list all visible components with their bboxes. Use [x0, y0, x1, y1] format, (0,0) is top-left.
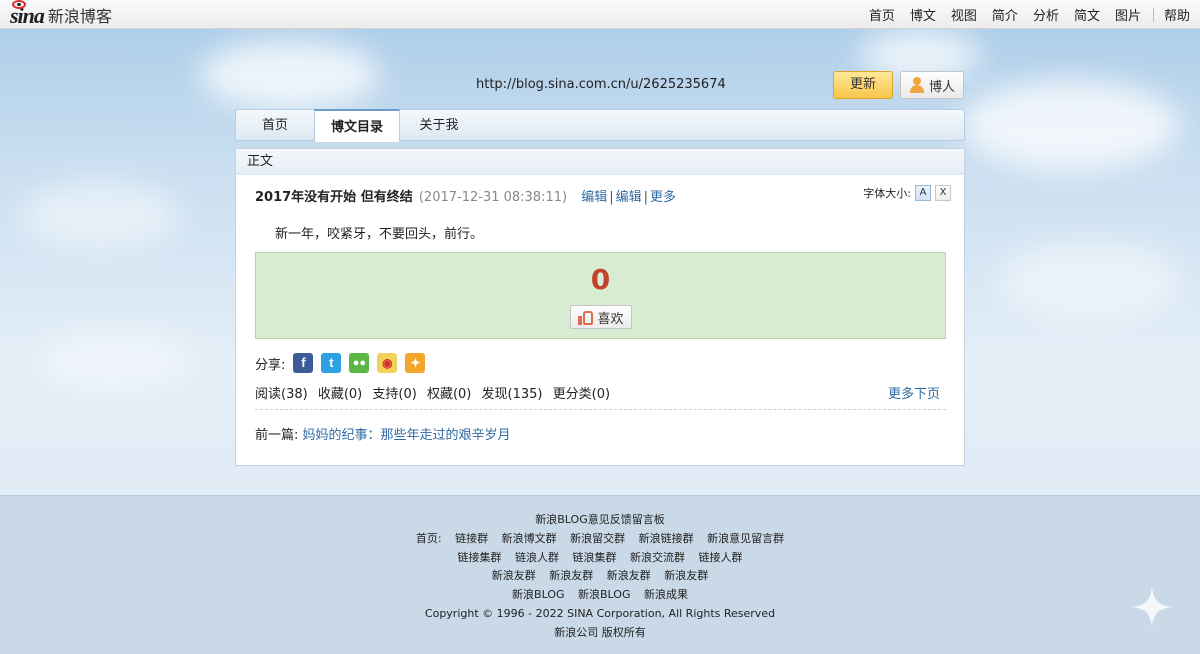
background-cloud — [40, 330, 190, 390]
post-timestamp: (2017-12-31 08:38:11) — [418, 190, 568, 205]
top-bar: sina 新浪博客 首页 博文 视图 简介 分析 简文 图片 帮助 — [0, 0, 1200, 29]
footer-link[interactable]: 链接集群 — [458, 551, 502, 564]
topnav-home[interactable]: 首页 — [869, 5, 895, 24]
footer-link[interactable]: 新浪友群 — [607, 569, 651, 582]
twitter-icon[interactable]: t — [321, 353, 342, 373]
wechat-icon[interactable]: ●● — [349, 353, 370, 373]
footer-link[interactable]: 新浪BLOG — [512, 588, 564, 601]
topnav-analysis[interactable]: 分析 — [1033, 5, 1059, 24]
copyright-text: Copyright © 1996 - 2022 SINA Corporation… — [424, 606, 776, 620]
font-size-control: 字体大小: A X — [863, 185, 951, 201]
blog-tabs: 首页 博文目录 关于我 — [235, 109, 965, 142]
tab-home[interactable]: 首页 — [236, 110, 314, 141]
footer-link[interactable]: 新浪博文群 — [502, 532, 557, 545]
post-title-row: 2017年没有开始 但有终结 (2017-12-31 08:38:11) 编辑 |… — [255, 185, 951, 205]
qzone-icon[interactable]: ✦ — [405, 353, 426, 373]
sparkle-icon — [1132, 587, 1172, 627]
blog-url[interactable]: http://blog.sina.com.cn/u/2625235674 — [476, 77, 726, 92]
top-nav: 首页 博文 视图 简介 分析 简文 图片 帮助 — [854, 0, 1190, 29]
weibo-icon[interactable]: ◉ — [377, 353, 398, 373]
panel-heading: 正文 — [236, 149, 964, 175]
dashed-divider — [255, 409, 946, 410]
footer-link[interactable]: 链接群 — [455, 532, 488, 545]
more-next-link[interactable]: 更多下页 — [888, 383, 940, 402]
stats-row: 阅读(38) 收藏(0) 支持(0) 权藏(0) 发现(135) 更分类(0) … — [255, 383, 946, 402]
post-panel: 正文 2017年没有开始 但有终结 (2017-12-31 08:38:11) … — [235, 148, 965, 466]
stat-favorites[interactable]: 收藏(0) — [318, 387, 362, 402]
divider: | — [643, 190, 649, 205]
footer: 新浪BLOG意见反馈留言板 首页: 链接群 新浪博文群 新浪留交群 新浪链接群 … — [0, 495, 1200, 654]
facebook-icon[interactable]: f — [293, 353, 314, 373]
footer-link[interactable]: 新浪交流群 — [630, 551, 685, 564]
edit-link-2[interactable]: 编辑 — [616, 190, 642, 205]
share-row: 分享: f t ●● ◉ ✦ — [255, 352, 426, 374]
footer-link[interactable]: 新浪意见留言群 — [707, 532, 784, 545]
like-button-label: 喜欢 — [597, 311, 624, 327]
thumbs-up-icon — [578, 310, 594, 325]
footer-link[interactable]: 新浪链接群 — [639, 532, 694, 545]
previous-post-row: 前一篇: 妈妈的纪事：那些年走过的艰辛岁月 — [255, 424, 511, 443]
like-box: 0 喜欢 — [255, 252, 946, 339]
footer-home-label: 首页: — [415, 531, 442, 545]
post-title: 2017年没有开始 但有终结 — [255, 190, 413, 205]
topnav-profile[interactable]: 简介 — [992, 5, 1018, 24]
sina-eye-icon — [12, 0, 26, 9]
update-button[interactable]: 更新 — [833, 71, 893, 99]
feedback-board-link[interactable]: 新浪BLOG意见反馈留言板 — [535, 513, 664, 526]
background-cloud — [960, 80, 1180, 170]
footer-link[interactable]: 新浪友群 — [664, 569, 708, 582]
stat-support[interactable]: 支持(0) — [372, 387, 416, 402]
sina-logo-wordmark: sina — [10, 0, 45, 27]
footer-link[interactable]: 新浪留交群 — [570, 532, 625, 545]
nav-divider — [1152, 7, 1154, 22]
footer-link[interactable]: 新浪友群 — [492, 569, 536, 582]
divider: | — [609, 190, 614, 205]
footer-link[interactable]: 新浪友群 — [549, 569, 593, 582]
more-link[interactable]: 更多 — [650, 190, 676, 205]
person-icon — [909, 77, 925, 93]
font-size-a-button[interactable]: A — [915, 185, 931, 201]
share-label: 分享: — [255, 357, 286, 373]
footer-links: 新浪BLOG意见反馈留言板 首页: 链接群 新浪博文群 新浪留交群 新浪链接群 … — [0, 511, 1200, 643]
footer-link[interactable]: 新浪成果 — [644, 588, 688, 601]
person-button[interactable]: 博人 — [900, 71, 964, 99]
rights-text: 新浪公司 版权所有 — [554, 625, 646, 639]
tab-post-list[interactable]: 博文目录 — [314, 109, 400, 142]
tab-about[interactable]: 关于我 — [400, 110, 478, 141]
topnav-images[interactable]: 图片 — [1115, 5, 1141, 24]
stat-categories[interactable]: 更分类(0) — [553, 387, 610, 402]
stat-reads: 阅读(38) — [255, 387, 308, 402]
logo-text: 新浪博客 — [47, 7, 112, 26]
like-count: 0 — [590, 263, 611, 296]
topnav-help[interactable]: 帮助 — [1164, 5, 1190, 24]
background-cloud — [200, 40, 380, 110]
previous-post-link[interactable]: 妈妈的纪事：那些年走过的艰辛岁月 — [303, 428, 511, 443]
edit-link[interactable]: 编辑 — [581, 190, 607, 205]
background-cloud — [1000, 240, 1180, 320]
footer-link[interactable]: 链浪集群 — [573, 551, 617, 564]
font-size-label: 字体大小: — [863, 187, 911, 200]
footer-link[interactable]: 新浪BLOG — [578, 588, 630, 601]
stat-discover[interactable]: 发现(135) — [482, 387, 543, 402]
footer-link[interactable]: 链接人群 — [699, 551, 743, 564]
font-size-x-button[interactable]: X — [935, 185, 951, 201]
like-button[interactable]: 喜欢 — [570, 305, 632, 329]
post-actions: 编辑 | 编辑 | 更多 — [581, 190, 676, 205]
previous-post-label: 前一篇: — [255, 428, 299, 443]
topnav-posts[interactable]: 博文 — [910, 5, 936, 24]
footer-link[interactable]: 链浪人群 — [515, 551, 559, 564]
topnav-view[interactable]: 视图 — [951, 5, 977, 24]
post-body: 新一年，咬紧牙，不要回头，前行。 — [275, 227, 484, 242]
sina-blog-logo[interactable]: sina 新浪博客 — [10, 0, 112, 27]
stat-collect[interactable]: 权藏(0) — [427, 387, 471, 402]
topnav-brief[interactable]: 简文 — [1074, 5, 1100, 24]
person-button-label: 博人 — [928, 79, 955, 95]
background-cloud — [20, 180, 180, 250]
